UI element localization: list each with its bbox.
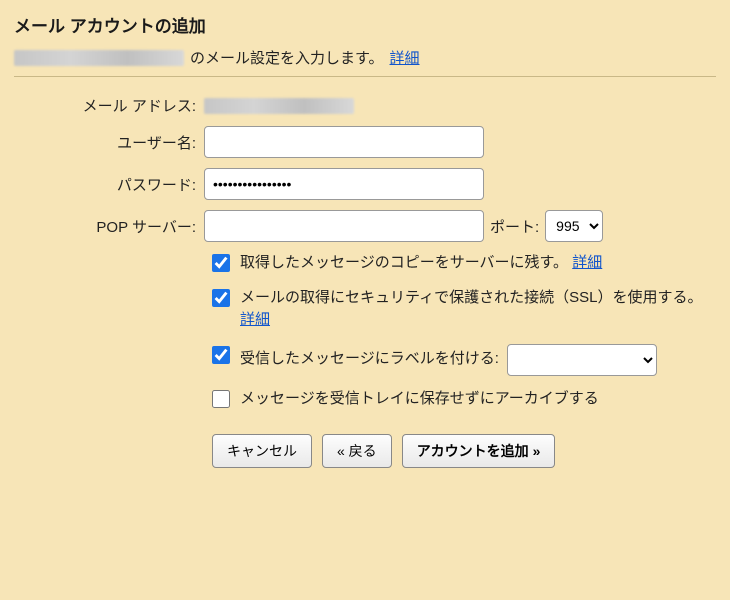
port-select[interactable]: 995: [545, 210, 603, 242]
redacted-email: [14, 50, 184, 66]
row-leave-copy: 取得したメッセージのコピーをサーバーに残す。 詳細: [14, 252, 716, 275]
row-username: ユーザー名:: [14, 126, 716, 158]
archive-label: メッセージを受信トレイに保存せずにアーカイブする: [240, 390, 599, 407]
row-use-ssl: メールの取得にセキュリティで保護された接続（SSL）を使用する。 詳細: [14, 287, 716, 332]
subheader: のメール設定を入力します。 詳細: [14, 47, 716, 68]
password-input[interactable]: [204, 168, 484, 200]
use-ssl-checkbox[interactable]: [212, 289, 230, 307]
dialog-container: メール アカウントの追加 のメール設定を入力します。 詳細 メール アドレス: …: [0, 0, 730, 480]
row-archive: メッセージを受信トレイに保存せずにアーカイブする: [14, 388, 716, 411]
email-label: メール アドレス:: [14, 95, 204, 116]
add-account-button[interactable]: アカウントを追加 »: [402, 434, 556, 468]
pop-server-input[interactable]: [204, 210, 484, 242]
apply-label-text: 受信したメッセージにラベルを付ける:: [240, 348, 499, 371]
use-ssl-details-link[interactable]: 詳細: [240, 311, 270, 328]
leave-copy-checkbox[interactable]: [212, 254, 230, 272]
divider: [14, 76, 716, 77]
leave-copy-details-link[interactable]: 詳細: [572, 254, 602, 271]
row-password: パスワード:: [14, 168, 716, 200]
back-button[interactable]: « 戻る: [322, 434, 392, 468]
port-label: ポート:: [490, 216, 539, 237]
cancel-button[interactable]: キャンセル: [212, 434, 312, 468]
row-email: メール アドレス:: [14, 95, 716, 116]
apply-label-checkbox[interactable]: [212, 346, 230, 364]
dialog-title: メール アカウントの追加: [14, 12, 716, 37]
use-ssl-label: メールの取得にセキュリティで保護された接続（SSL）を使用する。: [240, 289, 702, 306]
password-label: パスワード:: [14, 174, 204, 195]
button-row: キャンセル « 戻る アカウントを追加 »: [14, 434, 716, 468]
row-apply-label: 受信したメッセージにラベルを付ける:: [14, 344, 716, 376]
archive-checkbox[interactable]: [212, 390, 230, 408]
subheader-details-link[interactable]: 詳細: [390, 47, 420, 68]
redacted-email-value: [204, 98, 354, 114]
row-pop-server: POP サーバー: ポート: 995: [14, 210, 716, 242]
username-input[interactable]: [204, 126, 484, 158]
leave-copy-label: 取得したメッセージのコピーをサーバーに残す。: [240, 254, 568, 271]
pop-server-label: POP サーバー:: [14, 216, 204, 237]
apply-label-select[interactable]: [507, 344, 657, 376]
username-label: ユーザー名:: [14, 132, 204, 153]
subheader-text: のメール設定を入力します。: [190, 47, 384, 68]
